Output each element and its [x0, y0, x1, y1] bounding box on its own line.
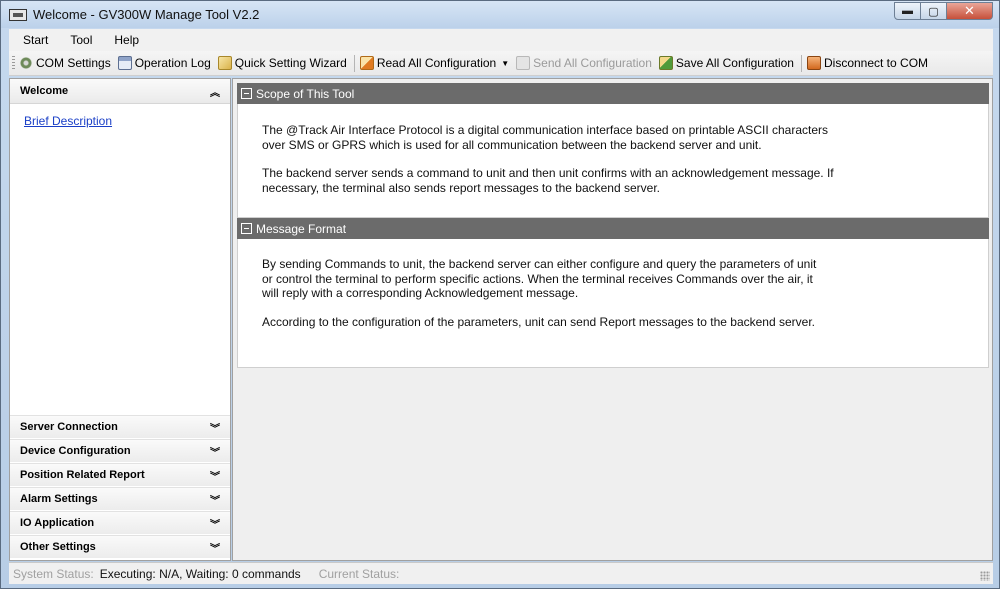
- chevron-up-icon[interactable]: ︽: [210, 84, 220, 99]
- chevron-down-icon[interactable]: ︾: [210, 444, 220, 459]
- minimize-button[interactable]: ▬: [894, 2, 921, 20]
- menu-help[interactable]: Help: [100, 33, 147, 47]
- send-config-icon: [516, 56, 531, 70]
- save-all-configuration-label: Save All Configuration: [675, 56, 794, 70]
- section-label: Other Settings: [20, 541, 96, 553]
- com-settings-button[interactable]: COM Settings: [19, 56, 111, 70]
- save-config-icon: [658, 56, 673, 70]
- com-settings-label: COM Settings: [36, 56, 111, 70]
- chevron-down-icon[interactable]: ︾: [210, 468, 220, 483]
- send-all-configuration-label: Send All Configuration: [533, 56, 652, 70]
- gear-icon: [19, 56, 33, 70]
- read-all-configuration-label: Read All Configuration: [376, 56, 497, 70]
- content-area: Scope of This Tool The @Track Air Interf…: [232, 78, 993, 561]
- message-format-section-title: Message Format: [256, 221, 347, 236]
- save-all-configuration-button[interactable]: Save All Configuration: [658, 56, 794, 70]
- maximize-icon: ▢: [928, 5, 939, 18]
- title-bar[interactable]: Welcome - GV300W Manage Tool V2.2 ▬ ▢ ✕: [1, 1, 999, 28]
- log-icon: [117, 56, 132, 70]
- welcome-section-label: Welcome: [20, 85, 69, 97]
- window-title: Welcome - GV300W Manage Tool V2.2: [33, 7, 260, 22]
- send-all-configuration-button[interactable]: Send All Configuration: [516, 56, 652, 70]
- collapse-icon[interactable]: [241, 223, 252, 234]
- disconnect-to-com-label: Disconnect to COM: [823, 56, 929, 70]
- format-paragraph-2: According to the configuration of the pa…: [262, 315, 815, 329]
- message-format-section-body: By sending Commands to unit, the backend…: [237, 239, 989, 368]
- close-icon: ✕: [964, 3, 975, 18]
- section-label: Alarm Settings: [20, 493, 98, 505]
- toolbar-grip[interactable]: [12, 55, 15, 71]
- section-label: Position Related Report: [20, 469, 145, 481]
- chevron-down-icon[interactable]: ︾: [210, 492, 220, 507]
- disconnect-to-com-button[interactable]: Disconnect to COM: [806, 56, 929, 70]
- toolbar-separator: [800, 54, 802, 72]
- io-application-section[interactable]: IO Application ︾: [10, 511, 230, 534]
- window-controls: ▬ ▢ ✕: [894, 2, 993, 20]
- operation-log-label: Operation Log: [134, 56, 211, 70]
- read-all-configuration-button[interactable]: Read All Configuration ▼: [359, 56, 509, 70]
- menu-bar: Start Tool Help: [9, 29, 993, 51]
- section-label: Server Connection: [20, 421, 118, 433]
- navigation-panel: Welcome ︽ Brief Description Server Conne…: [9, 78, 231, 561]
- app-window: Welcome - GV300W Manage Tool V2.2 ▬ ▢ ✕ …: [0, 0, 1000, 589]
- scope-section-title: Scope of This Tool: [256, 86, 355, 101]
- other-settings-section[interactable]: Other Settings ︾: [10, 535, 230, 558]
- collapse-icon[interactable]: [241, 88, 252, 99]
- toolbar-separator: [353, 54, 355, 72]
- alarm-settings-section[interactable]: Alarm Settings ︾: [10, 487, 230, 510]
- chevron-down-icon[interactable]: ︾: [210, 516, 220, 531]
- app-icon: [9, 8, 27, 21]
- brief-description-link[interactable]: Brief Description: [24, 114, 112, 128]
- section-label: IO Application: [20, 517, 95, 529]
- scope-section-header[interactable]: Scope of This Tool: [237, 83, 989, 104]
- section-label: Device Configuration: [20, 445, 131, 457]
- scope-paragraph-1: The @Track Air Interface Protocol is a d…: [262, 123, 829, 152]
- close-button[interactable]: ✕: [947, 2, 993, 20]
- server-connection-section[interactable]: Server Connection ︾: [10, 415, 230, 438]
- format-paragraph-1: By sending Commands to unit, the backend…: [262, 257, 817, 300]
- system-status-label: System Status:: [13, 566, 94, 581]
- read-config-icon: [359, 56, 374, 70]
- quick-setting-wizard-button[interactable]: Quick Setting Wizard: [217, 56, 347, 70]
- wizard-icon: [217, 56, 232, 70]
- current-status-label: Current Status:: [318, 566, 400, 581]
- system-status-value: Executing: N/A, Waiting: 0 commands: [99, 566, 301, 581]
- menu-tool[interactable]: Tool: [56, 33, 100, 47]
- welcome-section-header[interactable]: Welcome ︽: [10, 79, 230, 104]
- menu-start[interactable]: Start: [9, 33, 56, 47]
- position-related-report-section[interactable]: Position Related Report ︾: [10, 463, 230, 486]
- device-configuration-section[interactable]: Device Configuration ︾: [10, 439, 230, 462]
- maximize-button[interactable]: ▢: [921, 2, 947, 20]
- message-format-section-header[interactable]: Message Format: [237, 218, 989, 239]
- operation-log-button[interactable]: Operation Log: [117, 56, 211, 70]
- chevron-down-icon[interactable]: ︾: [210, 420, 220, 435]
- scope-section-body: The @Track Air Interface Protocol is a d…: [237, 104, 989, 218]
- resize-grip-icon[interactable]: [980, 571, 990, 581]
- scope-paragraph-2: The backend server sends a command to un…: [262, 166, 834, 195]
- toolbar: COM Settings Operation Log Quick Setting…: [9, 51, 993, 76]
- disconnect-icon: [806, 56, 821, 70]
- quick-setting-wizard-label: Quick Setting Wizard: [234, 56, 347, 70]
- minimize-icon: ▬: [902, 5, 913, 17]
- dropdown-arrow-icon[interactable]: ▼: [501, 59, 509, 68]
- status-bar: System Status: Executing: N/A, Waiting: …: [9, 562, 993, 584]
- chevron-down-icon[interactable]: ︾: [210, 540, 220, 555]
